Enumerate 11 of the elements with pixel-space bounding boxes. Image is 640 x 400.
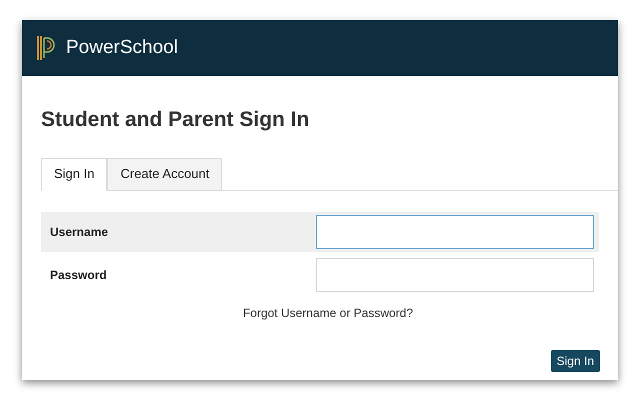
field-label: Username: [50, 224, 110, 240]
field-label: Password: [50, 266, 108, 284]
sign-in-button[interactable]: Sign In: [550, 350, 600, 372]
input-field[interactable]: [316, 214, 594, 248]
forgot-link[interactable]: Forgot Username or Password?: [242, 304, 414, 322]
logo-icon: [36, 34, 56, 62]
tab[interactable]: Create Account: [107, 158, 222, 190]
page-title: Student and Parent Sign In: [41, 107, 310, 133]
input-field[interactable]: [316, 258, 594, 292]
tab[interactable]: Sign In: [41, 158, 108, 190]
brand-name: PowerSchool: [66, 36, 178, 60]
